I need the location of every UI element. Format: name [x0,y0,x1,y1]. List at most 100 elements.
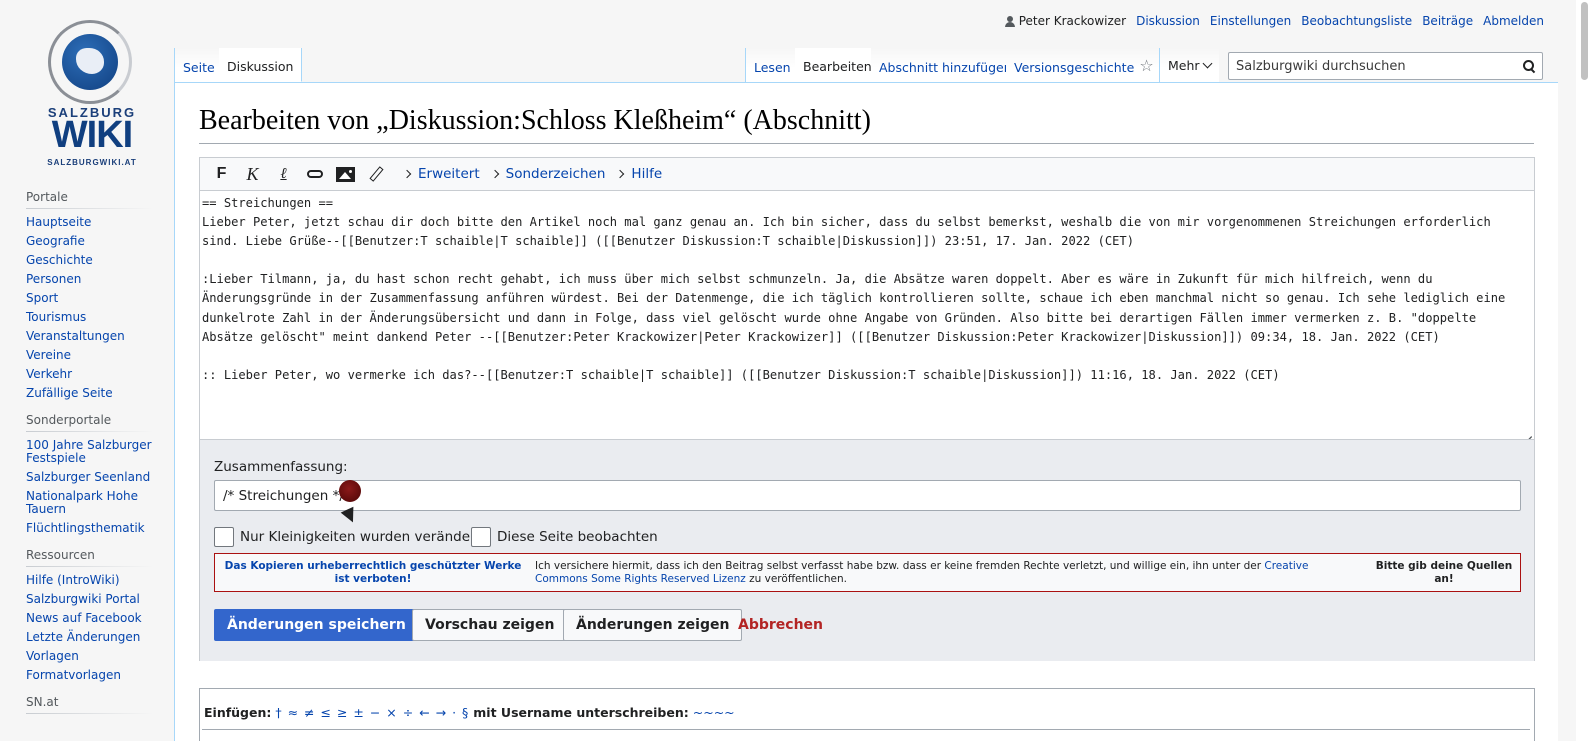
copyright-text-part2: zu veröffentlichen. [745,573,848,585]
tab-seite[interactable]: Seite [174,48,224,82]
wikitext-editor[interactable]: == Streichungen == Lieber Peter, jetzt s… [200,191,1534,438]
preview-button[interactable]: Vorschau zeigen [412,609,568,641]
personal-beitraege-link[interactable]: Beiträge [1422,14,1473,28]
charinsert-line: Einfügen: † ≈ ≠ ≤ ≥ ± − × ÷ ← → · § mit … [204,705,735,720]
toolbar-erweitert[interactable]: Erweitert [402,166,480,182]
portlet-heading: Ressourcen [26,548,152,567]
toolbar-hilfe-label: Hilfe [631,166,663,182]
sidebar-item-personen[interactable]: Personen [26,272,81,286]
cancel-link[interactable]: Abbrechen [726,609,835,641]
tab-bearbeiten[interactable]: Bearbeiten [795,48,881,82]
summary-input[interactable] [214,480,1521,511]
minor-edit-checkbox-box[interactable] [214,527,234,547]
sidebar-item-formatvorlagen[interactable]: Formatvorlagen [26,668,121,682]
sidebar-item-veranstaltungen[interactable]: Veranstaltungen [26,329,125,343]
toolbar-hilfe[interactable]: Hilfe [616,166,663,182]
image-icon[interactable] [330,158,361,191]
page: SALZBURG WIKI SALZBURGWIKI.AT Portale Ha… [0,0,1592,741]
scrollbar-thumb[interactable] [1581,2,1588,80]
user-name: Peter Krackowizer [1018,14,1127,28]
edit-options: Zusammenfassung: Nur Kleinigkeiten wurde… [200,439,1534,661]
signature-icon[interactable]: ℓ [268,158,299,191]
salzburgwiki-logo[interactable]: SALZBURG WIKI SALZBURGWIKI.AT [38,18,146,167]
sidebar-item-seenland[interactable]: Salzburger Seenland [26,470,150,484]
portlet-heading: SN.at [26,695,152,714]
personal-abmelden-link[interactable]: Abmelden [1483,14,1544,28]
watch-page-checkbox-box[interactable] [471,527,491,547]
search-box [1228,52,1543,80]
personal-tools: Peter Krackowizer Diskussion Einstellung… [1004,14,1544,28]
copyright-warning-title[interactable]: Das Kopieren urheberrechtlich geschützte… [223,560,523,586]
page-scrollbar[interactable] [1576,0,1592,741]
minor-edit-checkbox[interactable]: Nur Kleinigkeiten wurden verändert [214,527,481,547]
italic-button[interactable]: K [237,158,268,191]
copyright-sources-note: Bitte gib deine Quellen an! [1375,560,1513,585]
tab-abschnitt-hinzufuegen[interactable]: Abschnitt hinzufügen [871,48,1021,82]
sidebar-item-nationalpark[interactable]: Nationalpark Hohe Tauern [26,489,138,516]
tab-diskussion[interactable]: Diskussion [219,48,303,82]
sidebar-item-portal[interactable]: Salzburgwiki Portal [26,592,140,606]
personal-diskussion-link[interactable]: Diskussion [1136,14,1200,28]
chevron-right-icon [402,169,412,179]
tab-versionsgeschichte[interactable]: Versionsgeschichte [1006,48,1144,82]
sidebar-item-facebook[interactable]: News auf Facebook [26,611,142,625]
charinsert-characters[interactable]: † ≈ ≠ ≤ ≥ ± − × ÷ ← → · § [275,705,469,720]
save-button[interactable]: Änderungen speichern [214,609,419,641]
chevron-down-icon [1202,58,1212,68]
watch-page-label: Diese Seite beobachten [497,529,658,545]
sidebar: Portale Hauptseite Geografie Geschichte … [26,190,152,724]
bold-button[interactable]: F [206,158,237,191]
portlet-heading: Sonderportale [26,413,152,432]
resize-handle-icon[interactable] [1520,425,1532,447]
search-icon[interactable] [1523,60,1534,71]
sidebar-item-vorlagen[interactable]: Vorlagen [26,649,79,663]
charinsert-divider [202,729,1530,730]
personal-beobachtungsliste-link[interactable]: Beobachtungsliste [1301,14,1412,28]
charinsert-sig-label: mit Username unterschreiben: [473,705,689,720]
toolbar-erweitert-label: Erweitert [418,166,480,182]
portlet-sonderportale: Sonderportale 100 Jahre Salzburger Fests… [26,413,152,538]
link-icon[interactable] [299,158,330,191]
toolbar-sonderzeichen[interactable]: Sonderzeichen [490,166,606,182]
watch-page-checkbox[interactable]: Diese Seite beobachten [471,527,658,547]
toolbar-sonderzeichen-label: Sonderzeichen [505,166,606,182]
sidebar-item-tourismus[interactable]: Tourismus [26,310,86,324]
sidebar-item-vereine[interactable]: Vereine [26,348,71,362]
more-menu[interactable]: Mehr [1160,48,1219,82]
charinsert-label: Einfügen: [204,705,272,720]
tab-lesen[interactable]: Lesen [745,48,800,82]
copyright-warning: Das Kopieren urheberrechtlich geschützte… [214,553,1521,592]
copyright-warning-text: Ich versichere hiermit, dass ich den Bei… [535,560,1355,586]
portlet-sn-at: SN.at [26,695,152,714]
red-dot-marker [339,480,361,502]
chevron-right-icon [490,169,499,179]
logo-text-url: SALZBURGWIKI.AT [47,158,137,167]
portlet-ressourcen: Ressourcen Hilfe (IntroWiki) Salzburgwik… [26,548,152,685]
sidebar-item-hilfe[interactable]: Hilfe (IntroWiki) [26,573,120,587]
sidebar-item-festspiele[interactable]: 100 Jahre Salzburger Festspiele [26,438,152,465]
sidebar-item-sport[interactable]: Sport [26,291,58,305]
charinsert-box: Einfügen: † ≈ ≠ ≤ ≥ ± − × ÷ ← → · § mit … [199,688,1535,741]
logo-globe-icon [62,34,118,90]
content-area: Bearbeiten von „Diskussion:Schloss Kleßh… [174,82,1558,741]
more-menu-label: Mehr [1168,57,1200,73]
sidebar-item-letzte-aenderungen[interactable]: Letzte Änderungen [26,630,140,644]
editor-toolbar: F K ℓ Erweitert Sonderzeichen Hilfe [200,158,1534,191]
personal-einstellungen-link[interactable]: Einstellungen [1210,14,1291,28]
watch-star-icon[interactable]: ☆ [1134,48,1160,82]
pencil-icon[interactable] [361,158,392,191]
user-link[interactable]: Peter Krackowizer [1004,14,1127,28]
search-input[interactable] [1229,58,1509,74]
logo-text-wiki: WIKI [51,114,133,156]
sidebar-item-zufaellige-seite[interactable]: Zufällige Seite [26,386,113,400]
sidebar-item-hauptseite[interactable]: Hauptseite [26,215,91,229]
sidebar-item-geografie[interactable]: Geografie [26,234,85,248]
page-title: Bearbeiten von „Diskussion:Schloss Kleßh… [199,103,1534,144]
charinsert-signature[interactable]: ~~~~ [693,705,735,720]
sidebar-item-geschichte[interactable]: Geschichte [26,253,93,267]
show-changes-button[interactable]: Änderungen zeigen [563,609,743,641]
sidebar-item-verkehr[interactable]: Verkehr [26,367,72,381]
minor-edit-label: Nur Kleinigkeiten wurden verändert [240,529,481,545]
sidebar-item-fluechtlingsthematik[interactable]: Flüchtlingsthematik [26,521,145,535]
summary-label: Zusammenfassung: [214,459,348,475]
